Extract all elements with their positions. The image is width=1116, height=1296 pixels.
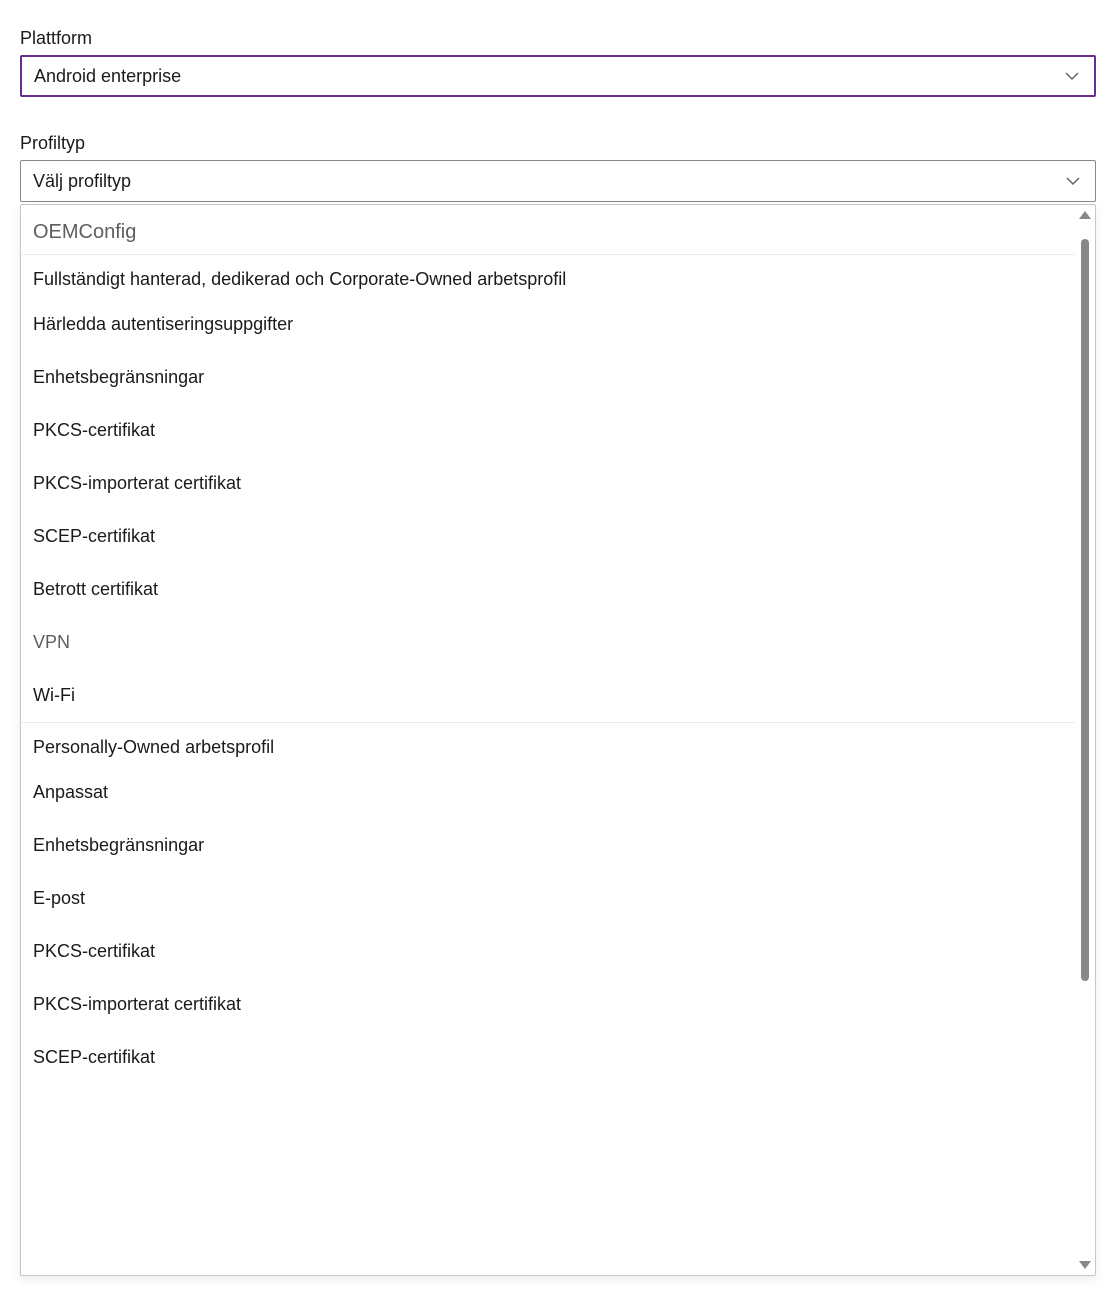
dropdown-option-pkcs-cert-b[interactable]: PKCS-certifikat	[21, 925, 1075, 978]
dropdown-option-email[interactable]: E-post	[21, 872, 1075, 925]
dropdown-option-pkcs-imported-cert-b[interactable]: PKCS-importerat certifikat	[21, 978, 1075, 1031]
profiletype-listbox[interactable]: OEMConfig Fullständigt hanterad, dediker…	[20, 204, 1096, 1276]
dropdown-section-personally-owned: Personally-Owned arbetsprofil	[21, 722, 1075, 766]
scrollbar-arrow-up-icon[interactable]	[1079, 211, 1091, 219]
scrollbar-arrow-down-icon[interactable]	[1079, 1261, 1091, 1269]
scrollbar-track[interactable]	[1081, 225, 1089, 1255]
dropdown-section-fully-managed: Fullständigt hanterad, dedikerad och Cor…	[21, 254, 1075, 298]
listbox-scrollbar[interactable]	[1077, 207, 1093, 1273]
profiletype-select[interactable]: Välj profiltyp	[20, 160, 1096, 202]
platform-label: Plattform	[20, 28, 1096, 49]
dropdown-option-wifi[interactable]: Wi-Fi	[21, 669, 1075, 722]
dropdown-option-trusted-cert[interactable]: Betrott certifikat	[21, 563, 1075, 616]
profiletype-list-scroll: OEMConfig Fullständigt hanterad, dediker…	[21, 205, 1075, 1275]
chevron-down-icon	[1062, 66, 1082, 86]
platform-select-value: Android enterprise	[34, 66, 1062, 87]
dropdown-option-pkcs-cert-a[interactable]: PKCS-certifikat	[21, 404, 1075, 457]
dropdown-option-scep-cert-a[interactable]: SCEP-certifikat	[21, 510, 1075, 563]
profiletype-label: Profiltyp	[20, 133, 1096, 154]
chevron-down-icon	[1063, 171, 1083, 191]
profiletype-select-placeholder: Välj profiltyp	[33, 171, 1063, 192]
scrollbar-thumb[interactable]	[1081, 239, 1089, 981]
dropdown-option-pkcs-imported-cert-a[interactable]: PKCS-importerat certifikat	[21, 457, 1075, 510]
dropdown-option-scep-cert-b[interactable]: SCEP-certifikat	[21, 1031, 1075, 1084]
platform-select[interactable]: Android enterprise	[20, 55, 1096, 97]
dropdown-option-device-restrictions-b[interactable]: Enhetsbegränsningar	[21, 819, 1075, 872]
dropdown-option-custom[interactable]: Anpassat	[21, 766, 1075, 819]
dropdown-option-derived-credentials[interactable]: Härledda autentiseringsuppgifter	[21, 298, 1075, 351]
dropdown-option-vpn[interactable]: VPN	[21, 616, 1075, 669]
dropdown-group-oemconfig: OEMConfig	[21, 205, 1075, 254]
dropdown-option-device-restrictions-a[interactable]: Enhetsbegränsningar	[21, 351, 1075, 404]
